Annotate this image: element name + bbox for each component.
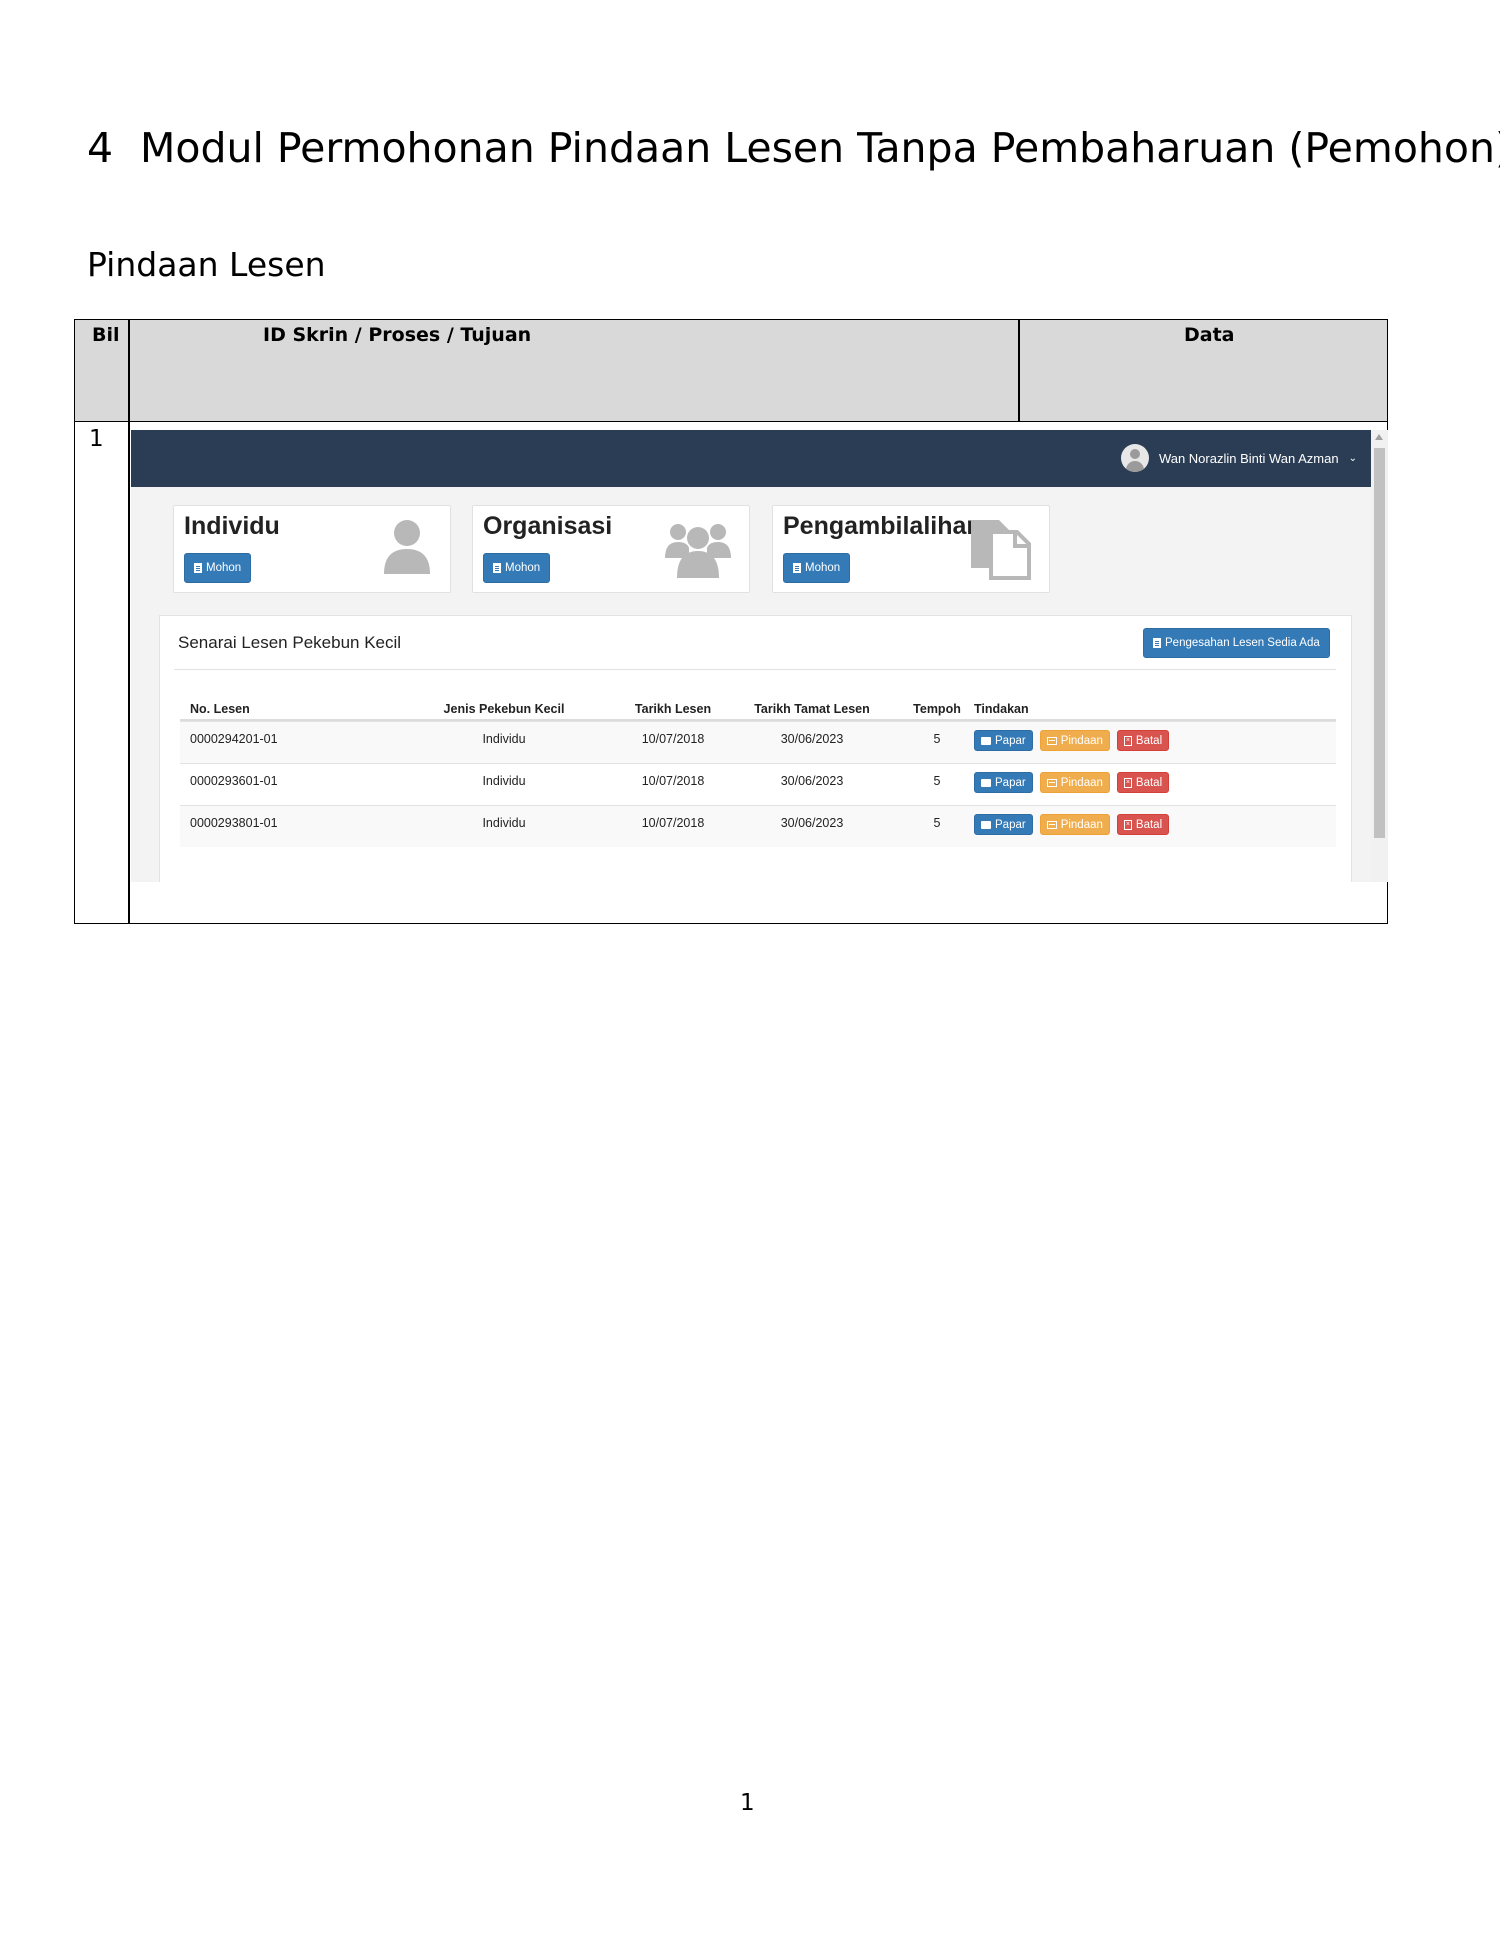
button-label: Mohon <box>805 562 841 574</box>
batal-button[interactable]: × Batal <box>1116 730 1170 751</box>
avatar <box>1120 444 1149 472</box>
pengesahan-lesen-button[interactable]: Pengesahan Lesen Sedia Ada <box>1143 628 1330 658</box>
section-title: Modul Permohonan Pindaan Lesen Tanpa Pem… <box>140 124 1500 172</box>
users-icon <box>665 524 731 578</box>
row-actions: Papar Pindaan × Batal <box>974 772 1170 793</box>
document-table-header: Bil ID Skrin / Proses / Tujuan Data <box>75 320 1387 422</box>
cell-tempoh: 5 <box>933 774 941 788</box>
copy-icon <box>971 520 1031 580</box>
section-heading: 4 Modul Permohonan Pindaan Lesen Tanpa Pe… <box>87 124 1500 172</box>
section-number: 4 <box>87 124 114 172</box>
table-row: 0000293801-01 Individu 10/07/2018 30/06/… <box>180 805 1336 847</box>
mohon-pengambilalihan-button[interactable]: Mohon <box>783 553 851 583</box>
cell-tamat: 30/06/2023 <box>780 816 844 830</box>
cell-jenis: Individu <box>482 732 526 746</box>
card-pengambilalihan: Pengambilalihan Mohon <box>772 505 1050 593</box>
col-header-jenis: Jenis Pekebun Kecil <box>443 702 565 716</box>
list-icon <box>1046 778 1057 787</box>
cell-tamat: 30/06/2023 <box>780 732 844 746</box>
card-organisasi: Organisasi Mohon <box>472 505 750 593</box>
pindaan-button[interactable]: Pindaan <box>1039 772 1110 793</box>
mohon-organisasi-button[interactable]: Mohon <box>483 553 551 583</box>
col-header-tindakan: Tindakan <box>974 702 1029 716</box>
button-label: Batal <box>1135 734 1163 747</box>
file-x-icon: × <box>1123 735 1132 746</box>
cell-no-lesen: 0000294201-01 <box>190 732 278 746</box>
cell-tempoh: 5 <box>933 816 941 830</box>
scrollbar[interactable] <box>1371 430 1388 882</box>
papar-button[interactable]: Papar <box>974 772 1033 793</box>
batal-button[interactable]: × Batal <box>1116 814 1170 835</box>
panel-divider <box>174 669 1336 670</box>
cell-tarikh: 10/07/2018 <box>641 816 705 830</box>
user-name: Wan Norazlin Binti Wan Azman <box>1158 450 1339 466</box>
folder-icon <box>981 820 991 829</box>
cell-jenis: Individu <box>482 816 526 830</box>
file-icon <box>793 563 801 573</box>
col-header-tempoh: Tempoh <box>913 702 961 716</box>
file-x-icon: × <box>1123 819 1132 830</box>
file-x-icon: × <box>1123 777 1132 788</box>
button-label: Batal <box>1135 818 1163 831</box>
license-list-panel: Senarai Lesen Pekebun Kecil Pengesahan L… <box>159 615 1352 882</box>
button-label: Papar <box>995 776 1026 789</box>
table-row: 0000294201-01 Individu 10/07/2018 30/06/… <box>180 721 1336 763</box>
table-row: 0000293601-01 Individu 10/07/2018 30/06/… <box>180 763 1336 805</box>
button-label: Pindaan <box>1060 818 1103 831</box>
top-navbar: Wan Norazlin Binti Wan Azman ⌄ <box>131 430 1371 487</box>
cell-tamat: 30/06/2023 <box>780 774 844 788</box>
col-header-no-lesen: No. Lesen <box>190 702 250 716</box>
file-icon <box>1153 638 1161 648</box>
panel-title: Senarai Lesen Pekebun Kecil <box>178 633 402 652</box>
app-screenshot: Wan Norazlin Binti Wan Azman ⌄ Individu … <box>131 430 1388 882</box>
file-icon <box>194 563 202 573</box>
chevron-down-icon: ⌄ <box>1348 452 1357 464</box>
button-label: Pengesahan Lesen Sedia Ada <box>1165 637 1320 649</box>
file-icon <box>493 563 501 573</box>
header-bil: Bil <box>92 324 120 346</box>
column-divider <box>128 319 130 924</box>
col-header-tarikh: Tarikh Lesen <box>634 702 712 716</box>
page-number: 1 <box>740 1790 755 1816</box>
subsection-heading: Pindaan Lesen <box>87 245 326 284</box>
cell-tempoh: 5 <box>933 732 941 746</box>
button-label: Mohon <box>505 562 541 574</box>
card-title: Pengambilalihan <box>783 512 982 540</box>
card-individu: Individu Mohon <box>173 505 451 593</box>
button-label: Mohon <box>206 562 242 574</box>
card-title: Organisasi <box>483 512 613 540</box>
header-id-skrin: ID Skrin / Proses / Tujuan <box>263 324 532 346</box>
user-icon <box>384 520 430 574</box>
mohon-individu-button[interactable]: Mohon <box>184 553 252 583</box>
column-divider <box>1018 320 1020 422</box>
cell-no-lesen: 0000293801-01 <box>190 816 278 830</box>
pindaan-button[interactable]: Pindaan <box>1039 730 1110 751</box>
cell-tarikh: 10/07/2018 <box>641 774 705 788</box>
header-data: Data <box>1184 324 1235 346</box>
folder-icon <box>981 736 991 745</box>
cell-no-lesen: 0000293601-01 <box>190 774 278 788</box>
row-number: 1 <box>89 426 104 452</box>
cell-tarikh: 10/07/2018 <box>641 732 705 746</box>
row-actions: Papar Pindaan × Batal <box>974 814 1170 835</box>
batal-button[interactable]: × Batal <box>1116 772 1170 793</box>
button-label: Pindaan <box>1060 734 1103 747</box>
list-icon <box>1046 820 1057 829</box>
list-icon <box>1046 736 1057 745</box>
papar-button[interactable]: Papar <box>974 814 1033 835</box>
button-label: Papar <box>995 734 1026 747</box>
card-title: Individu <box>184 512 280 540</box>
col-header-tamat: Tarikh Tamat Lesen <box>754 702 870 716</box>
scroll-up-icon[interactable] <box>1375 434 1383 440</box>
scrollbar-thumb[interactable] <box>1374 448 1385 838</box>
row-actions: Papar Pindaan × Batal <box>974 730 1170 751</box>
cell-jenis: Individu <box>482 774 526 788</box>
button-label: Papar <box>995 818 1026 831</box>
pindaan-button[interactable]: Pindaan <box>1039 814 1110 835</box>
papar-button[interactable]: Papar <box>974 730 1033 751</box>
user-menu[interactable]: Wan Norazlin Binti Wan Azman ⌄ <box>1120 444 1357 472</box>
folder-icon <box>981 778 991 787</box>
button-label: Pindaan <box>1060 776 1103 789</box>
button-label: Batal <box>1135 776 1163 789</box>
